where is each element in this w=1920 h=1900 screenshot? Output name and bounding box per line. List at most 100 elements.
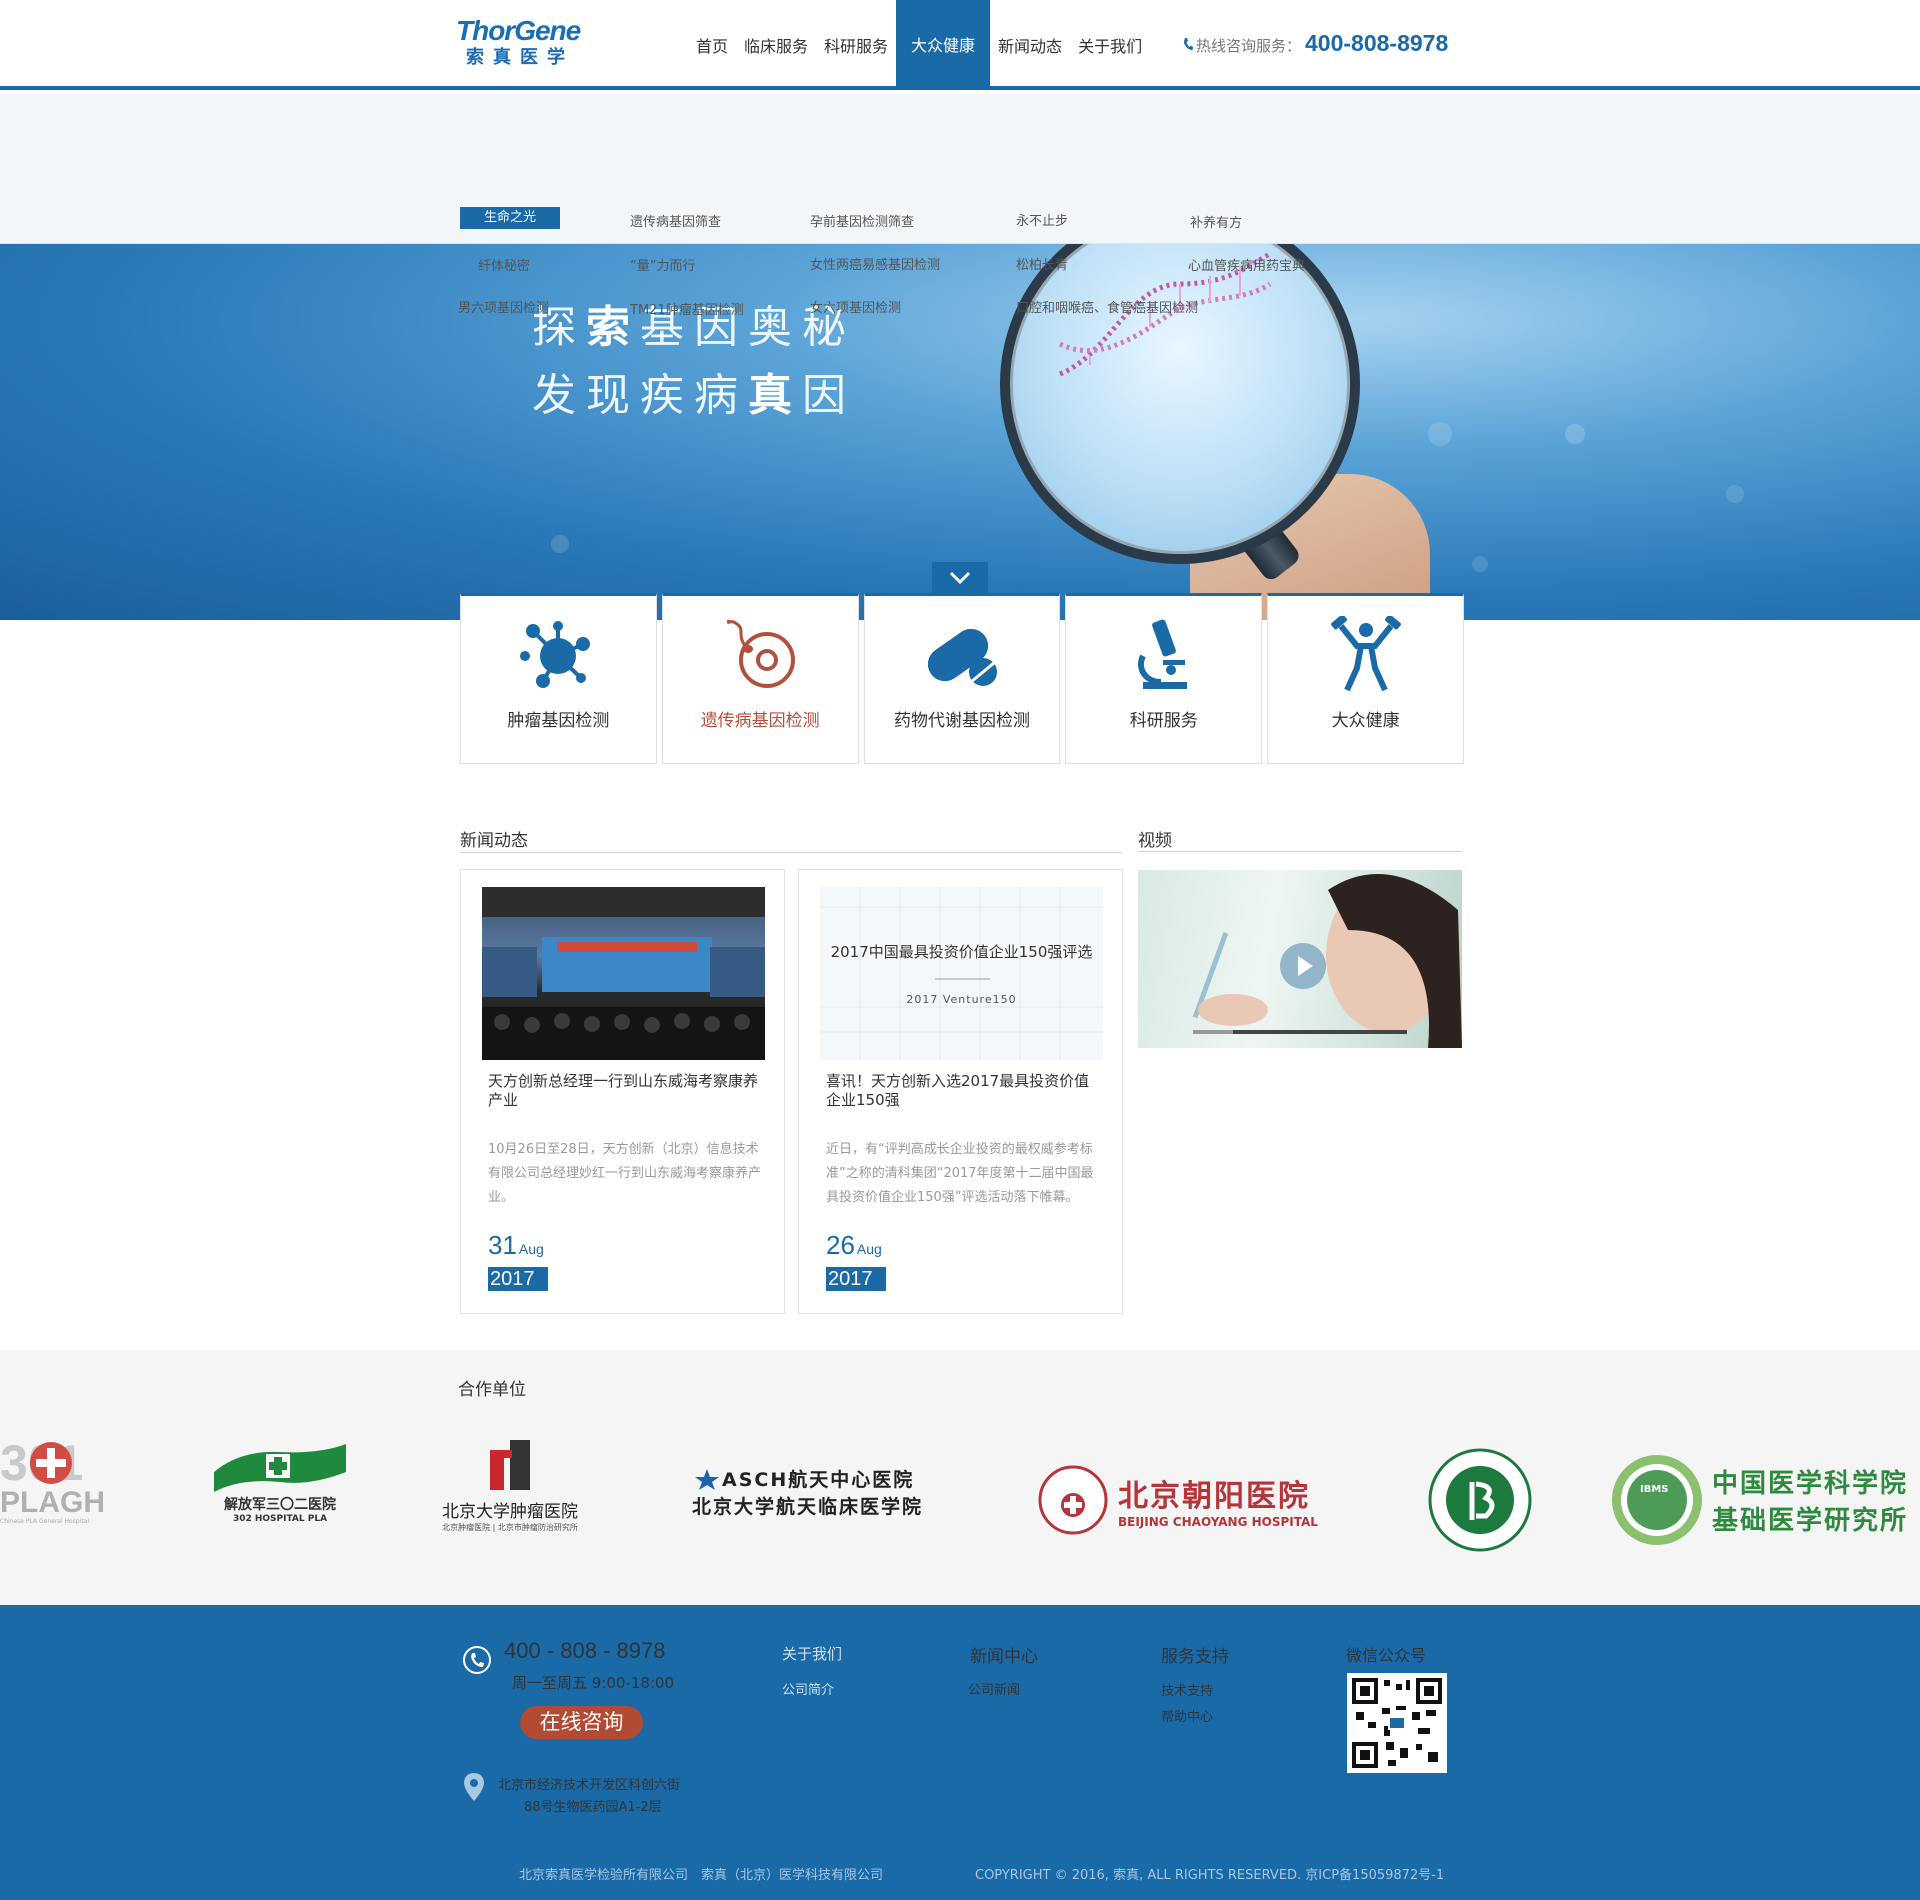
- partners-title: 合作单位: [458, 1380, 526, 1400]
- partner-logo-ibms[interactable]: IBMS 中国医学科学院 基础医学研究所: [1610, 1450, 1920, 1550]
- service-label: 肿瘤基因检测: [507, 711, 610, 731]
- dropdown-item[interactable]: TM21肿瘤基因检测: [630, 299, 744, 318]
- dropdown-item[interactable]: 女性两癌易感基因检测: [810, 254, 940, 273]
- dropdown-item[interactable]: 孕前基因检测筛查: [810, 211, 914, 230]
- fitness-person-icon: [1330, 616, 1401, 692]
- partner-logo-plagh[interactable]: 301 PLAGH Chinese PLA General Hospital: [0, 1438, 115, 1528]
- play-button[interactable]: [1280, 943, 1326, 989]
- partner-logo-tcm-hospital[interactable]: [1428, 1448, 1532, 1552]
- nav-item-clinical[interactable]: 临床服务: [736, 0, 816, 90]
- asch-star-icon: [695, 1468, 719, 1490]
- 302-hospital-emblem: [214, 1444, 346, 1492]
- hotline: 热线咨询服务： 400-808-8978: [1183, 30, 1448, 57]
- chevron-down-icon: [949, 571, 971, 585]
- phone-icon: [463, 1646, 491, 1674]
- news-divider: [460, 852, 1122, 853]
- phone-icon: [1184, 38, 1193, 50]
- nav-item-public-health[interactable]: 大众健康: [896, 0, 991, 90]
- dropdown-item[interactable]: 男六项基因检测: [458, 297, 549, 316]
- news-month: Aug: [518, 1241, 544, 1257]
- video-divider: [1138, 851, 1462, 852]
- news-day: 26: [826, 1230, 855, 1260]
- grid-pattern: [820, 887, 1103, 1060]
- news-title[interactable]: 天方创新总经理一行到山东威海考察康养产业: [488, 1072, 763, 1110]
- dropdown-item[interactable]: 补养有方: [1190, 212, 1242, 231]
- online-consult-button[interactable]: 在线咨询: [520, 1706, 643, 1739]
- footer-company: 北京索真医学检验所有限公司 索真（北京）医学科技有限公司: [519, 1868, 884, 1883]
- plagh-mark: 301: [0, 1438, 110, 1488]
- service-card-tumor[interactable]: 肿瘤基因检测: [460, 593, 657, 764]
- logo-text-cn: 索真医学: [466, 47, 574, 68]
- video-player[interactable]: [1138, 870, 1462, 1048]
- news-image: [482, 887, 765, 1060]
- main-nav: 首页 临床服务 科研服务 大众健康 新闻动态 关于我们: [688, 0, 1150, 90]
- site-footer: [0, 1605, 1920, 1900]
- service-label: 药物代谢基因检测: [893, 711, 1030, 731]
- news-year: 2017: [488, 1267, 548, 1291]
- hotline-label: 热线咨询服务：: [1196, 37, 1302, 55]
- footer-copyright: COPYRIGHT © 2016, 索真, ALL RIGHTS RESERVE…: [975, 1868, 1445, 1883]
- ibms-emblem: [1612, 1455, 1702, 1545]
- news-card[interactable]: 天方创新总经理一行到山东威海考察康养产业 10月26日至28日，天方创新（北京）…: [460, 869, 785, 1314]
- dropdown-item[interactable]: 纤体秘密: [478, 255, 530, 274]
- footer-col-service-title[interactable]: 服务支持: [1161, 1642, 1229, 1667]
- nav-item-news[interactable]: 新闻动态: [990, 0, 1070, 90]
- footer-address-line1: 北京市经济技术开发区科创六街: [498, 1778, 681, 1793]
- dropdown-item[interactable]: 女六项基因检测: [810, 297, 901, 316]
- image-caption: 2017中国最具投资价值企业150强评选: [830, 943, 1093, 961]
- nav-item-research[interactable]: 科研服务: [816, 0, 896, 90]
- partner-logo-asch[interactable]: ASCH航天中心医院 北京大学航天临床医学院: [692, 1465, 972, 1525]
- dropdown-item[interactable]: 遗传病基因筛查: [630, 211, 721, 230]
- pku-cancer-emblem: [490, 1440, 530, 1490]
- dropdown-item[interactable]: “量”力而行: [630, 255, 695, 274]
- service-card-genetic[interactable]: 遗传病基因检测: [661, 593, 859, 764]
- location-pin-icon: [464, 1773, 484, 1801]
- slogan-line-2: 发现疾病真因: [532, 370, 856, 421]
- service-card-public-health[interactable]: 大众健康: [1267, 593, 1464, 764]
- qr-code-icon: [1352, 1678, 1442, 1768]
- image-subcaption: 2017 Venture150: [906, 993, 1017, 1006]
- hotline-number[interactable]: 400-808-8978: [1305, 30, 1448, 57]
- molecule-icon: [520, 621, 591, 688]
- service-card-research[interactable]: 科研服务: [1065, 593, 1263, 764]
- nav-dropdown: 生命之光 遗传病基因筛查 孕前基因检测筛查 永不止步 补养有方 纤体秘密 “量”…: [0, 94, 1920, 318]
- video-section-title[interactable]: 视频: [1138, 826, 1172, 851]
- news-day: 31: [488, 1230, 517, 1260]
- dropdown-item[interactable]: 心血管疾病用药宝典: [1188, 255, 1305, 274]
- news-date: 31 Aug: [488, 1230, 544, 1261]
- tcm-hospital-emblem: [1428, 1448, 1532, 1552]
- logo[interactable]: ThorGene 索真医学: [456, 16, 606, 72]
- service-card-drug-metabolism[interactable]: 药物代谢基因检测: [863, 593, 1061, 764]
- news-excerpt: 10月26日至28日，天方创新（北京）信息技术有限公司总经理妙红一行到山东威海考…: [488, 1142, 762, 1205]
- dropdown-item[interactable]: 松柏长青: [1016, 254, 1068, 273]
- news-title[interactable]: 喜讯！天方创新入选2017最具投资价值企业150强: [826, 1072, 1101, 1110]
- footer-link[interactable]: 技术支持: [1161, 1680, 1213, 1699]
- partners-section: 合作单位 301 PLAGH Chinese PLA General Hospi…: [0, 1350, 1920, 1605]
- partner-logo-302[interactable]: 解放军三〇二医院 302 HOSPITAL PLA: [210, 1442, 350, 1527]
- dropdown-item[interactable]: 永不止步: [1016, 210, 1068, 229]
- footer-col-about-title[interactable]: 关于我们: [782, 1643, 842, 1664]
- footer-col-news-title[interactable]: 新闻中心: [970, 1642, 1038, 1667]
- news-card[interactable]: 2017中国最具投资价值企业150强评选 2017 Venture150 喜讯！…: [798, 869, 1123, 1314]
- partner-logo-pku-cancer[interactable]: 北京大学肿瘤医院 北京肿瘤医院 | 北京市肿瘤防治研究所: [420, 1438, 600, 1538]
- nav-item-home[interactable]: 首页: [688, 0, 736, 90]
- wechat-title: 微信公众号: [1346, 1646, 1427, 1665]
- partner-logo-chaoyang[interactable]: 北京朝阳医院 BEIJING CHAOYANG HOSPITAL: [1038, 1465, 1348, 1535]
- dropdown-item[interactable]: 生命之光: [460, 207, 560, 229]
- footer-phone[interactable]: 400 - 808 - 8978: [504, 1638, 665, 1664]
- news-excerpt: 近日，有“评判高成长企业投资的最权威参考标准”之称的清科集团“2017年度第十二…: [826, 1142, 1094, 1205]
- service-label: 遗传病基因检测: [700, 711, 820, 731]
- pill-icon: [927, 628, 997, 686]
- service-label: 科研服务: [1129, 711, 1198, 731]
- footer-link[interactable]: 公司新闻: [968, 1679, 1020, 1698]
- news-date: 26 Aug: [826, 1230, 882, 1261]
- microscope-icon: [1137, 619, 1187, 689]
- footer-address-line2: 88号生物医药园A1-2层: [524, 1800, 662, 1815]
- news-year: 2017: [826, 1267, 886, 1291]
- footer-link[interactable]: 公司简介: [782, 1679, 834, 1698]
- footer-link[interactable]: 帮助中心: [1161, 1706, 1213, 1725]
- scroll-down-button[interactable]: [932, 562, 988, 596]
- dropdown-item[interactable]: 口腔和咽喉癌、食管癌基因检测: [1016, 297, 1198, 316]
- nav-item-about[interactable]: 关于我们: [1070, 0, 1150, 90]
- news-section-title[interactable]: 新闻动态: [460, 826, 528, 851]
